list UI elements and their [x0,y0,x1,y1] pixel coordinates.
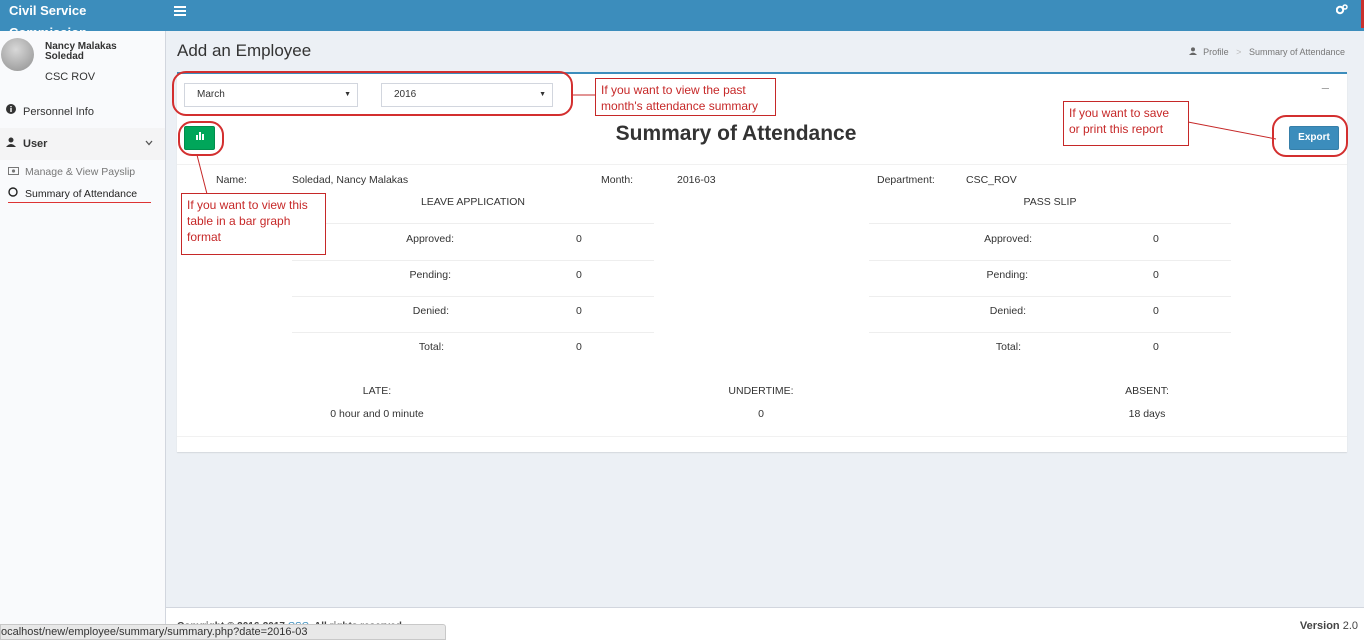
row-divider [869,296,1231,297]
department-value: CSC_ROV [966,174,1017,186]
name-value: Soledad, Nancy Malakas [292,174,409,186]
leave-table-title: LEAVE APPLICATION [420,196,526,208]
late-value: 0 hour and 0 minute [330,408,424,420]
absent-label: ABSENT: [1125,385,1169,397]
filter-annotation: If you want to view the past month's att… [595,78,776,116]
active-underline [8,202,151,203]
sidebar-subitem-label: Summary of Attendance [25,188,138,200]
late-label: LATE: [362,385,392,397]
gears-icon[interactable] [1335,4,1348,18]
pass-approved-label: Approved: [984,233,1032,245]
info-icon [6,99,16,125]
version-label: Version [1299,620,1340,632]
pass-denied-value: 0 [1153,305,1159,317]
page-title: Add an Employee [177,41,312,60]
pass-total-label: Total: [995,341,1021,353]
pass-pending-value: 0 [1153,269,1159,281]
undertime-value: 0 [758,408,764,420]
export-annotation: If you want to save or print this report [1063,101,1189,146]
browser-status-bar: ocalhost/new/employee/summary/summary.ph… [0,624,446,640]
leave-denied-label: Denied: [412,305,449,317]
sidebar-item-label: User [23,138,48,150]
leave-pending-value: 0 [576,269,582,281]
user-icon [6,129,16,161]
pass-total-value: 0 [1153,341,1159,353]
sidebar-item-user[interactable]: User [0,128,165,160]
circle-icon [8,184,18,204]
hamburger-icon[interactable] [174,4,188,18]
version: Version 2.0 [1300,620,1358,632]
sidebar-subitem-payslip[interactable]: Manage & View Payslip [0,162,165,182]
leave-total-label: Total: [418,341,444,353]
user-organization: CSC ROV [45,71,96,83]
pass-table-title: PASS SLIP [1023,196,1077,208]
user-icon [1188,47,1200,57]
divider [177,164,1347,165]
money-icon [8,162,19,182]
leave-denied-value: 0 [576,305,582,317]
pass-approved-value: 0 [1153,233,1159,245]
chart-annotation: If you want to view this table in a bar … [181,193,326,255]
month-label: Month: [601,174,634,186]
filter-highlight-oval [172,71,573,116]
row-divider [292,260,654,261]
leave-pending-label: Pending: [409,269,451,281]
chart-highlight-oval [178,121,224,156]
row-divider [869,260,1231,261]
row-divider [292,296,654,297]
collapse-icon[interactable]: – [1322,80,1329,95]
row-divider [869,223,1231,224]
breadcrumb-separator: > [1236,47,1242,57]
sidebar-item-personnel-info[interactable]: Personnel Info [0,99,165,125]
breadcrumb-profile[interactable]: Profile [1203,47,1229,57]
export-highlight-oval [1272,115,1348,157]
pass-denied-label: Denied: [989,305,1026,317]
absent-value: 18 days [1128,408,1166,420]
version-value: 2.0 [1342,620,1358,632]
month-value: 2016-03 [677,174,716,186]
leave-approved-value: 0 [576,233,582,245]
top-header: Civil Service Commission [0,0,1364,40]
chevron-down-icon [145,128,153,160]
row-divider [869,332,1231,333]
app-brand[interactable]: Civil Service Commission [0,0,166,40]
avatar [1,38,34,71]
name-label: Name: [216,174,247,186]
breadcrumb: Profile > Summary of Attendance [1188,47,1345,57]
department-label: Department: [877,174,935,186]
row-divider [292,223,654,224]
undertime-label: UNDERTIME: [728,385,794,397]
breadcrumb-current: Summary of Attendance [1248,47,1345,57]
leave-total-value: 0 [576,341,582,353]
user-name: Nancy Malakas Soledad [45,41,117,62]
sidebar: Nancy Malakas Soledad CSC ROV Personnel … [0,31,166,640]
sidebar-item-label: Personnel Info [23,106,94,118]
sidebar-subitem-label: Manage & View Payslip [25,166,136,178]
sidebar-subitem-summary-attendance[interactable]: Summary of Attendance [0,184,165,204]
pass-pending-label: Pending: [986,269,1028,281]
divider [177,436,1347,437]
row-divider [292,332,654,333]
